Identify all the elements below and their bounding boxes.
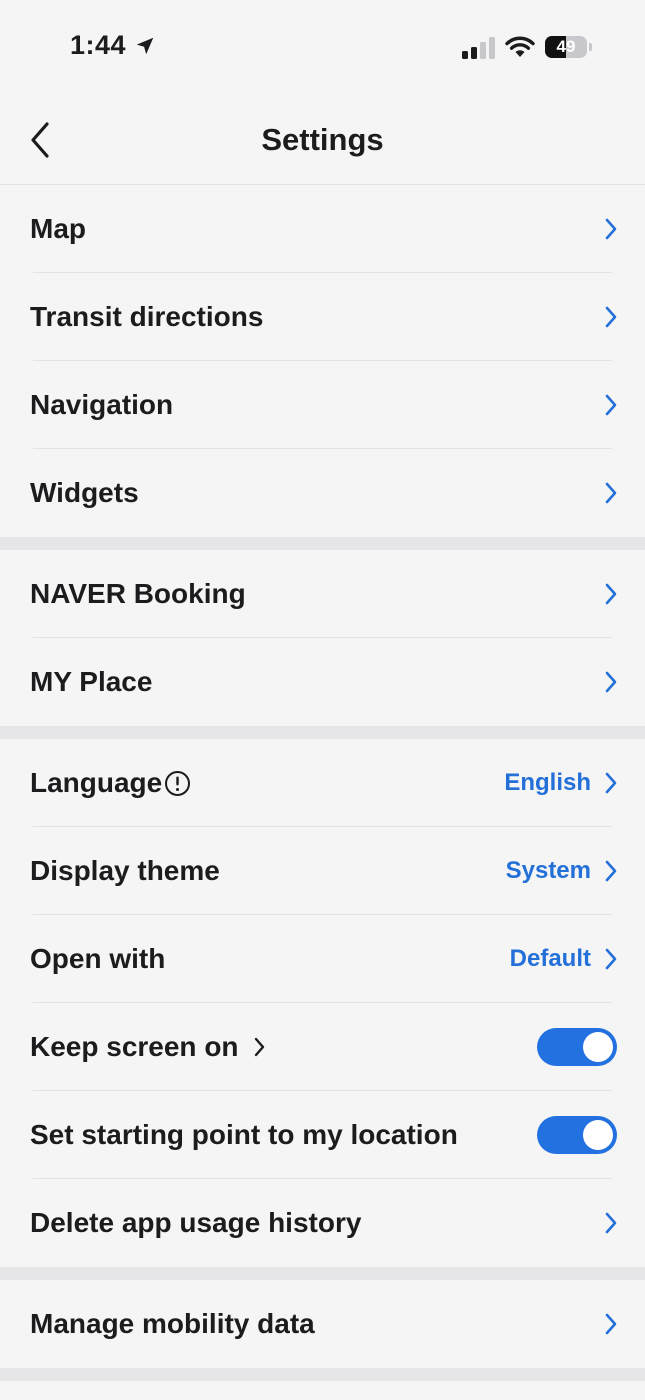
settings-row-delete-app-usage-history[interactable]: Delete app usage history	[0, 1179, 645, 1267]
row-label: Set starting point to my location	[30, 1119, 458, 1150]
keep-screen-on-toggle[interactable]	[537, 1028, 617, 1066]
chevron-right-icon	[603, 392, 619, 418]
row-label[interactable]: Keep screen on	[30, 1031, 267, 1063]
chevron-right-icon	[603, 581, 619, 607]
cellular-signal-icon	[462, 37, 495, 59]
nav-bar: Settings	[0, 96, 645, 185]
section-divider	[0, 537, 645, 550]
row-label: MY Place	[30, 666, 153, 697]
info-icon[interactable]	[164, 770, 191, 797]
row-label: Widgets	[30, 477, 139, 508]
status-bar: 1:44 49	[0, 0, 645, 96]
chevron-right-icon	[603, 480, 619, 506]
settings-row-transit-directions[interactable]: Transit directions	[0, 273, 645, 361]
chevron-right-icon	[253, 1035, 267, 1059]
row-label: Manage mobility data	[30, 1308, 315, 1339]
chevron-right-icon	[603, 669, 619, 695]
section-divider	[0, 1267, 645, 1280]
row-label: Delete app usage history	[30, 1207, 362, 1238]
battery-level: 49	[556, 37, 576, 56]
row-label: Display theme	[30, 855, 220, 886]
chevron-right-icon	[603, 770, 619, 796]
settings-row-my-place[interactable]: MY Place	[0, 638, 645, 726]
row-label: Open with	[30, 943, 166, 974]
status-time: 1:44	[70, 30, 156, 61]
wifi-icon	[505, 36, 535, 57]
location-arrow-icon	[136, 37, 154, 54]
settings-row-manage-mobility-data[interactable]: Manage mobility data	[0, 1280, 645, 1368]
section-divider	[0, 1368, 645, 1381]
toggle-knob	[583, 1120, 613, 1150]
battery-icon: 49	[545, 36, 593, 60]
status-time-text: 1:44	[70, 30, 127, 60]
settings-row-naver-booking[interactable]: NAVER Booking	[0, 550, 645, 638]
row-label-text: Language	[30, 767, 163, 798]
set-starting-point-toggle[interactable]	[537, 1116, 617, 1154]
chevron-right-icon	[603, 216, 619, 242]
toggle-knob	[583, 1032, 613, 1062]
settings-row-navigation[interactable]: Navigation	[0, 361, 645, 449]
language-value: English	[504, 769, 591, 796]
row-label: NAVER Booking	[30, 578, 246, 609]
settings-row-map[interactable]: Map	[0, 185, 645, 273]
chevron-right-icon	[603, 1311, 619, 1337]
settings-row-widgets[interactable]: Widgets	[0, 449, 645, 537]
settings-row-display-theme[interactable]: Display theme System	[0, 827, 645, 915]
settings-list: Map Transit directions Navigation Widget…	[0, 185, 645, 1381]
settings-row-language[interactable]: Language English	[0, 739, 645, 827]
open-with-value: Default	[509, 945, 591, 972]
settings-row-set-starting-point: Set starting point to my location	[0, 1091, 645, 1179]
chevron-right-icon	[603, 946, 619, 972]
settings-row-keep-screen-on: Keep screen on	[0, 1003, 645, 1091]
row-label: Transit directions	[30, 301, 264, 332]
settings-row-open-with[interactable]: Open with Default	[0, 915, 645, 1003]
chevron-right-icon	[603, 1210, 619, 1236]
row-label: Navigation	[30, 389, 174, 420]
display-theme-value: System	[505, 857, 591, 884]
chevron-right-icon	[603, 858, 619, 884]
chevron-right-icon	[603, 304, 619, 330]
row-label: Language	[30, 767, 191, 799]
row-label-text: Keep screen on	[30, 1031, 239, 1062]
row-label: Map	[30, 213, 86, 244]
page-title: Settings	[261, 122, 384, 157]
section-divider	[0, 726, 645, 739]
